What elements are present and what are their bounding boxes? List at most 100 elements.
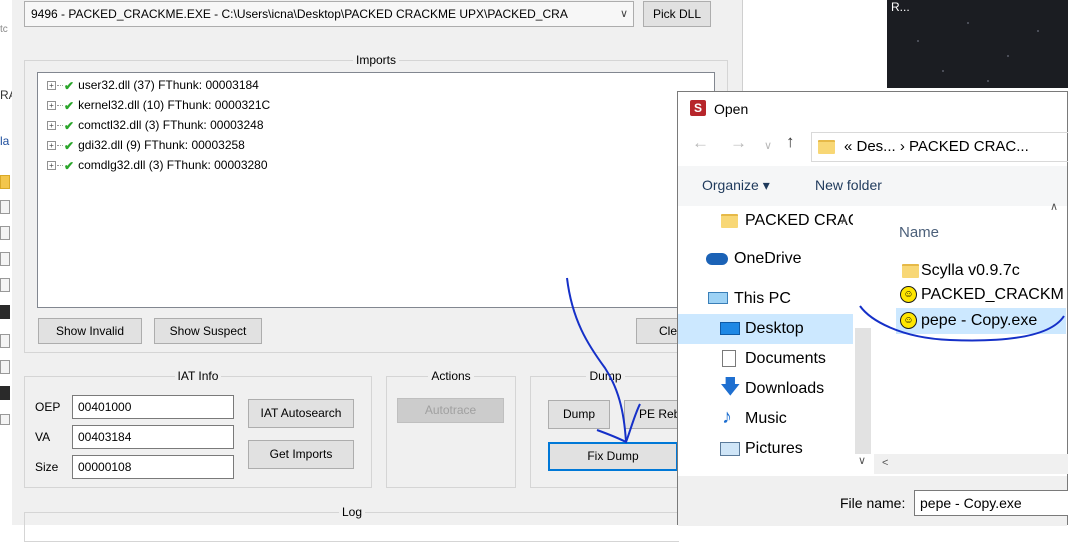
expand-icon[interactable]: + <box>47 81 56 91</box>
chevron-up-icon[interactable]: ∧ <box>840 206 848 236</box>
import-row[interactable]: + ✔ user32.dll (37) FThunk: 00003184 <box>47 76 259 94</box>
desktop-icon <box>720 322 740 335</box>
document-icon <box>722 350 736 367</box>
open-dialog: S Open ← → ∨ ↑ « Des... › PACKED CRAC...… <box>677 91 1068 526</box>
download-icon: 🡇 <box>720 376 741 398</box>
import-row[interactable]: + ✔ comdlg32.dll (3) FThunk: 00003280 <box>47 156 268 174</box>
import-label: gdi32.dll (9) FThunk: 00003258 <box>78 138 245 152</box>
dump-title: Dump <box>586 369 625 383</box>
background-text-fragment: tc <box>0 24 8 35</box>
file-item-packed-crackme[interactable]: ☺ PACKED_CRACKM <box>896 282 1066 308</box>
nav-item-label: Documents <box>745 350 826 367</box>
file-icon <box>0 334 10 348</box>
show-invalid-button[interactable]: Show Invalid <box>38 318 142 344</box>
desktop-text: R... <box>891 0 910 14</box>
file-list-scrollbar[interactable]: < <box>874 454 1068 474</box>
nav-item-label: This PC <box>734 290 791 307</box>
column-header-name[interactable]: Name <box>899 224 939 241</box>
log-group: Log <box>24 505 679 542</box>
filename-area: File name: pepe - Copy.exe <box>678 476 1068 526</box>
import-label: kernel32.dll (10) FThunk: 0000321C <box>78 98 271 112</box>
nav-item-onedrive[interactable]: OneDrive <box>678 244 853 274</box>
va-field[interactable]: 00403184 <box>72 425 234 449</box>
background-window-strip: tc RA la <box>0 0 17 525</box>
nav-item-packed-crackme[interactable]: PACKED CRAC ∧ <box>678 206 859 236</box>
nav-item-label: Downloads <box>745 380 825 397</box>
expand-icon[interactable]: + <box>47 121 56 131</box>
oep-field[interactable]: 00401000 <box>72 395 234 419</box>
new-folder-button[interactable]: New folder <box>815 177 882 193</box>
import-label: comdlg32.dll (3) FThunk: 00003280 <box>78 158 268 172</box>
file-icon <box>0 278 10 292</box>
file-icon <box>0 252 10 266</box>
desktop-background: R... <box>887 0 1068 88</box>
up-arrow-icon[interactable]: ↑ <box>786 132 795 152</box>
filename-label: File name: <box>840 495 906 511</box>
imports-tree[interactable]: + ✔ user32.dll (37) FThunk: 00003184 + ✔ ker… <box>37 72 715 308</box>
import-label: comctl32.dll (3) FThunk: 00003248 <box>78 118 264 132</box>
organize-menu[interactable]: Organize ▾ <box>702 177 770 194</box>
import-label: user32.dll (37) FThunk: 00003184 <box>78 78 259 92</box>
filename-input[interactable]: pepe - Copy.exe <box>914 490 1068 516</box>
process-select[interactable]: 9496 - PACKED_CRACKME.EXE - C:\Users\icn… <box>24 1 634 27</box>
nav-item-label: Desktop <box>745 320 804 337</box>
file-item-label: pepe - Copy.exe <box>921 312 1038 329</box>
chevron-left-icon[interactable]: < <box>882 457 888 469</box>
back-arrow-icon[interactable]: ← <box>692 133 709 153</box>
clear-button[interactable]: Cle <box>636 318 678 344</box>
breadcrumb[interactable]: « Des... › PACKED CRAC... <box>844 138 1029 155</box>
valid-check-icon: ✔ <box>64 158 75 173</box>
nav-pane-scrollbar[interactable]: ∨ <box>853 206 873 476</box>
dump-button[interactable]: Dump <box>548 400 610 429</box>
nav-item-this-pc[interactable]: This PC <box>678 284 853 314</box>
folder-icon <box>818 140 835 154</box>
import-row[interactable]: + ✔ gdi32.dll (9) FThunk: 00003258 <box>47 136 245 154</box>
dump-group: Dump <box>530 369 680 488</box>
folder-icon <box>0 175 10 189</box>
valid-check-icon: ✔ <box>64 98 75 113</box>
nav-item-desktop[interactable]: Desktop <box>678 314 853 344</box>
import-row[interactable]: + ✔ comctl32.dll (3) FThunk: 00003248 <box>47 116 264 134</box>
file-item-scylla-folder[interactable]: Scylla v0.9.7c <box>896 258 1066 284</box>
iat-info-title: IAT Info <box>174 369 222 383</box>
file-icon <box>0 360 10 374</box>
nav-item-downloads[interactable]: 🡇 Downloads <box>678 374 853 404</box>
nav-item-pictures[interactable]: Pictures <box>678 434 853 464</box>
expand-icon[interactable]: + <box>47 101 56 111</box>
forward-arrow-icon[interactable]: → <box>730 133 747 153</box>
expand-icon[interactable]: + <box>47 161 56 171</box>
file-item-pepe-copy[interactable]: ☺ pepe - Copy.exe <box>896 308 1066 334</box>
expand-icon[interactable]: + <box>47 141 56 151</box>
pictures-icon <box>720 442 740 456</box>
recent-locations-icon[interactable]: ∨ <box>764 139 772 152</box>
address-bar[interactable]: « Des... › PACKED CRAC... <box>811 132 1068 162</box>
fix-dump-button[interactable]: Fix Dump <box>548 442 678 471</box>
sort-up-icon[interactable]: ∧ <box>1050 200 1058 213</box>
nav-item-music[interactable]: ♪ Music <box>678 404 853 434</box>
autotrace-button[interactable]: Autotrace <box>397 398 504 423</box>
dialog-titlebar[interactable]: S Open <box>678 92 1067 126</box>
chevron-down-icon[interactable]: ∨ <box>858 454 866 467</box>
file-item-label: PACKED_CRACKM <box>921 286 1064 303</box>
background-text-fragment: la <box>0 134 10 148</box>
show-suspect-button[interactable]: Show Suspect <box>154 318 262 344</box>
app-icon <box>0 305 10 319</box>
navigation-pane: PACKED CRAC ∧ OneDrive This PC Desktop D… <box>678 206 859 476</box>
pe-rebuild-button[interactable]: PE Reb <box>624 400 678 429</box>
pick-dll-button[interactable]: Pick DLL <box>643 1 711 27</box>
get-imports-button[interactable]: Get Imports <box>248 440 354 469</box>
size-field[interactable]: 00000108 <box>72 455 234 479</box>
cloud-icon <box>706 253 728 265</box>
log-title: Log <box>338 505 366 519</box>
import-row[interactable]: + ✔ kernel32.dll (10) FThunk: 0000321C <box>47 96 270 114</box>
smiley-exe-icon: ☺ <box>900 286 917 303</box>
nav-item-documents[interactable]: Documents <box>678 344 853 374</box>
smiley-exe-icon: ☺ <box>900 312 917 329</box>
scroll-thumb[interactable] <box>855 328 871 454</box>
chevron-down-icon[interactable]: ∨ <box>620 2 628 26</box>
imports-title: Imports <box>352 53 399 67</box>
nav-item-label: Music <box>745 410 787 427</box>
dialog-title: Open <box>714 101 749 117</box>
iat-autosearch-button[interactable]: IAT Autosearch <box>248 399 354 428</box>
valid-check-icon: ✔ <box>64 138 75 153</box>
